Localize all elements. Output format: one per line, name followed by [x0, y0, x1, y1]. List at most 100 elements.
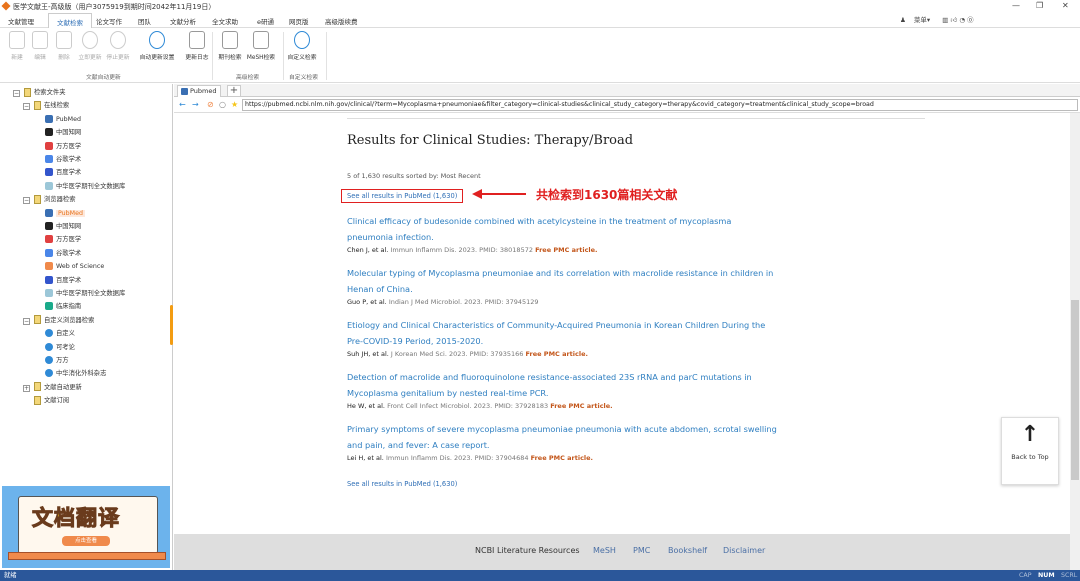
ribbon-button-5[interactable]: 自动更新设置 — [137, 31, 177, 61]
tree-folder-custom[interactable]: 自定义浏览器检索 — [34, 315, 94, 327]
auto-update-settings-icon — [149, 31, 165, 49]
tree-item[interactable]: 百度学术 — [45, 275, 81, 287]
journal-search-icon — [222, 31, 238, 49]
expand-toggle[interactable]: − — [23, 103, 30, 111]
footer-link-pmc[interactable]: PMC — [633, 546, 650, 555]
status-text: 就绪 — [4, 572, 17, 579]
ribbon-button-6[interactable]: 更新日志 — [181, 31, 213, 61]
menu-tab-7[interactable]: 网页版 — [285, 15, 313, 27]
ribbon-button-4[interactable]: 停止更新 — [102, 31, 134, 61]
tree-folder-auto-update[interactable]: 文献自动更新 — [34, 382, 82, 394]
rss-icon[interactable]: ◔ — [959, 16, 965, 24]
article-title-link[interactable]: Clinical efficacy of budesonide combined… — [347, 213, 777, 245]
skin-icon[interactable]: ♟ — [900, 16, 906, 24]
window-title: 医学文献王-高级版（用户3075919到期时间2042年11月19日） — [13, 3, 216, 11]
address-bar: ← → ⊘ ○ ★ https://pubmed.ncbi.nlm.nih.go… — [174, 97, 1080, 113]
menu-tab-8[interactable]: 高级版续费 — [321, 15, 362, 27]
minimize-button[interactable]: — — [1012, 1, 1020, 10]
article-authors: He W, et al. — [347, 402, 385, 410]
menu-tab-4[interactable]: 文献分析 — [166, 15, 200, 27]
site-icon — [45, 248, 53, 257]
tree-item[interactable]: Web of Science — [45, 261, 104, 273]
menu-tab-0[interactable]: 文献管理 — [4, 15, 38, 27]
close-button[interactable]: ✕ — [1062, 1, 1069, 10]
like-icon[interactable]: 👍︎ — [950, 16, 957, 24]
tree-item[interactable]: 谷歌学术 — [45, 248, 81, 260]
menu-tab-2[interactable]: 论文写作 — [92, 15, 126, 27]
tree-item[interactable]: 中华医学期刊全文数据库 — [45, 288, 125, 300]
tree-folder-browser[interactable]: 浏览器检索 — [34, 194, 75, 206]
favorite-star-icon[interactable]: ★ — [231, 100, 238, 109]
ribbon-button-label: 期刊检索 — [218, 55, 242, 61]
tree-item[interactable]: PubMed — [45, 208, 85, 220]
doc-translate-banner[interactable]: 文档翻译 点击查看 — [2, 486, 170, 568]
ribbon-button-9[interactable]: 自定义检索 — [286, 31, 318, 61]
url-input[interactable]: https://pubmed.ncbi.nlm.nih.gov/clinical… — [242, 99, 1078, 111]
tree-item[interactable]: 百度学术 — [45, 167, 81, 179]
menu-tab-3[interactable]: 团队 — [134, 15, 155, 27]
article-citation: He W, et al. Front Cell Infect Microbiol… — [347, 402, 777, 410]
forward-icon[interactable]: → — [192, 100, 199, 109]
expand-toggle[interactable]: + — [23, 384, 30, 392]
ribbon-button-8[interactable]: MeSH检索 — [245, 31, 277, 61]
expand-toggle[interactable]: − — [23, 197, 30, 205]
site-icon — [45, 342, 53, 351]
tree-item[interactable]: 万方医学 — [45, 234, 81, 246]
free-pmc-badge: Free PMC article. — [525, 350, 588, 358]
tree-item[interactable]: 万方 — [45, 355, 69, 367]
new-tab-button[interactable]: + — [227, 85, 241, 97]
back-icon[interactable]: ← — [179, 100, 186, 109]
update-now-icon — [82, 31, 98, 49]
maximize-button[interactable]: ❐ — [1036, 1, 1043, 10]
ribbon-button-7[interactable]: 期刊检索 — [214, 31, 246, 61]
ribbon-button-label: 自定义检索 — [287, 55, 317, 61]
tree-item[interactable]: 中国知网 — [45, 221, 81, 233]
stop-icon[interactable]: ⊘ — [207, 100, 214, 109]
article-title-link[interactable]: Molecular typing of Mycoplasma pneumonia… — [347, 265, 777, 297]
menu-tab-5[interactable]: 全文求助 — [208, 15, 242, 27]
tree-item[interactable]: 中华医学期刊全文数据库 — [45, 181, 125, 193]
tree-scrollbar[interactable] — [170, 305, 173, 345]
expand-toggle[interactable]: − — [13, 90, 20, 97]
menu-tab-6[interactable]: e研通 — [253, 15, 278, 27]
tree-root[interactable]: 检索文件夹 — [24, 87, 65, 99]
tree-item[interactable]: 谷歌学术 — [45, 154, 81, 166]
tree-item[interactable]: 临床指南 — [45, 301, 81, 313]
article-authors: Lei H, et al. — [347, 454, 384, 462]
banner-view-button[interactable]: 点击查看 — [62, 536, 110, 546]
tree-item[interactable]: 万方医学 — [45, 141, 81, 153]
tree-folder-online[interactable]: 在线检索 — [34, 100, 69, 112]
tree-item[interactable]: 中国知网 — [45, 127, 81, 139]
site-icon — [45, 302, 53, 311]
site-icon — [45, 141, 53, 150]
folder-icon — [34, 382, 41, 392]
browser-tab-pubmed[interactable]: Pubmed — [177, 85, 221, 97]
back-to-top-button[interactable]: ↑ Back to Top — [1001, 417, 1059, 485]
browser-tab-bar: Pubmed + — [174, 84, 1080, 97]
page-scrollbar-thumb[interactable] — [1071, 300, 1079, 480]
refresh-icon[interactable]: ○ — [219, 100, 226, 109]
ribbon-separator — [326, 32, 327, 80]
article-title-link[interactable]: Primary symptoms of severe mycoplasma pn… — [347, 421, 777, 453]
see-all-results-link[interactable]: See all results in PubMed (1,630) — [341, 189, 464, 203]
tree-item[interactable]: 中华消化外科杂志 — [45, 368, 106, 380]
tree-item[interactable]: 可考论 — [45, 342, 75, 354]
layout-icon[interactable]: ▥ — [942, 16, 948, 24]
see-all-results-link-bottom[interactable]: See all results in PubMed (1,630) — [347, 480, 457, 488]
site-icon — [45, 222, 53, 230]
menu-button[interactable]: 菜单▾ — [914, 16, 930, 24]
tree-item[interactable]: 自定义 — [45, 328, 75, 340]
site-icon — [45, 275, 53, 284]
footer-link-bookshelf[interactable]: Bookshelf — [668, 546, 707, 555]
footer-link-mesh[interactable]: MeSH — [593, 546, 616, 555]
article-title-link[interactable]: Detection of macrolide and fluoroquinolo… — [347, 369, 777, 401]
edit-icon — [32, 31, 48, 49]
tree-item[interactable]: PubMed — [45, 114, 81, 126]
expand-toggle[interactable]: − — [23, 317, 30, 325]
num-indicator: NUM — [1038, 572, 1055, 579]
footer-link-disclaimer[interactable]: Disclaimer — [723, 546, 765, 555]
help-icon[interactable]: ⓪ — [967, 16, 974, 24]
tree-folder-subscribe[interactable]: 文献订阅 — [34, 395, 69, 407]
ribbon-separator — [283, 32, 284, 80]
article-title-link[interactable]: Etiology and Clinical Characteristics of… — [347, 317, 777, 349]
